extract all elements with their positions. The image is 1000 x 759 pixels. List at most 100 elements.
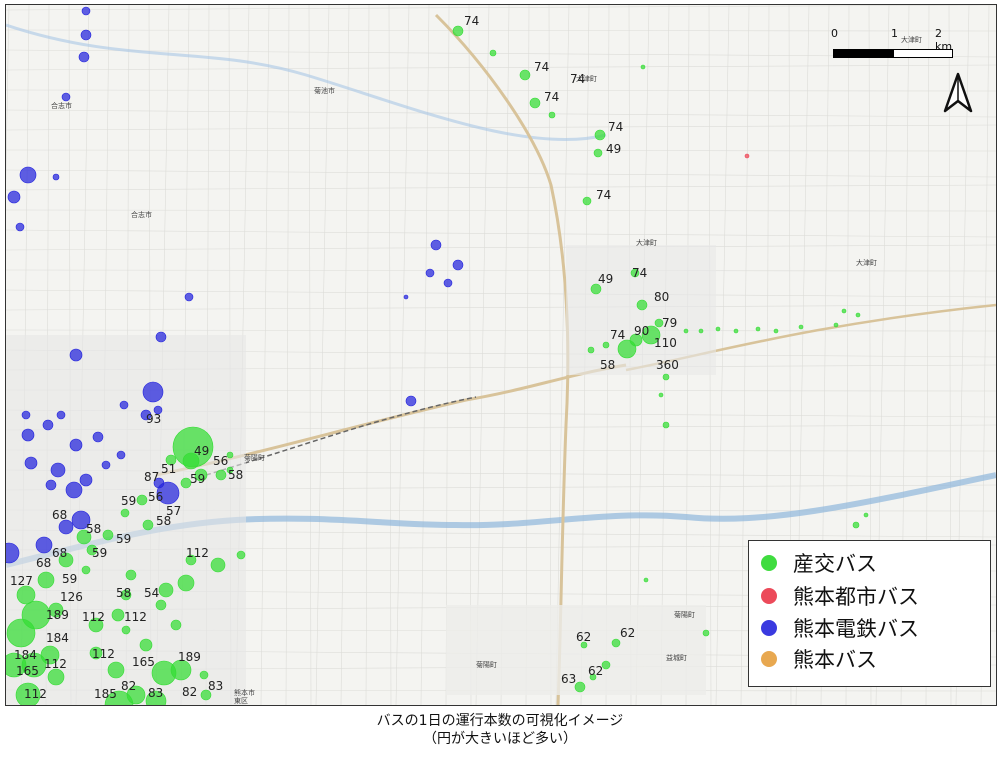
bus-stop-sanko-25[interactable] xyxy=(733,328,739,334)
bus-stop-sanko-17[interactable] xyxy=(662,373,670,381)
place-label-kikuchi-shi: 菊池市 xyxy=(314,86,335,95)
bus-stop-sanko-81[interactable] xyxy=(120,508,130,518)
bus-stop-sanko-119[interactable] xyxy=(199,670,209,680)
bus-stop-dentetsu-58[interactable] xyxy=(92,431,104,443)
bus-stop-sanko-5[interactable] xyxy=(594,129,606,141)
bus-stop-sanko-80[interactable] xyxy=(136,494,148,506)
bus-stop-sanko-95[interactable] xyxy=(47,668,65,686)
bus-stop-sanko-23[interactable] xyxy=(698,328,704,334)
map-frame[interactable]: 菊池市 合志市 合志市 大津町 大津町 大津町 菊陽町 菊陽町 菊陽町 益城町 熊本市 東区 74 74… xyxy=(5,4,997,706)
bus-stop-sanko-112[interactable] xyxy=(236,550,246,560)
bus-stop-sanko-107[interactable] xyxy=(177,574,195,592)
bus-stop-dentetsu-50[interactable] xyxy=(119,400,129,410)
legend-item-dentetsu: 熊本電鉄バス xyxy=(761,614,919,642)
bus-stop-dentetsu-61[interactable] xyxy=(50,462,66,478)
bus-stop-sanko-24[interactable] xyxy=(715,326,721,332)
bus-stop-sanko-126[interactable] xyxy=(702,629,710,637)
legend-swatch-kumamoto xyxy=(761,651,777,667)
bus-stop-dentetsu-53[interactable] xyxy=(21,428,35,442)
bus-stop-dentetsu-46[interactable] xyxy=(184,292,194,302)
bus-stop-sanko-4[interactable] xyxy=(548,111,556,119)
bus-stop-dentetsu-35[interactable] xyxy=(425,268,435,278)
stop-count-label: 62 xyxy=(588,664,603,678)
stop-count-label: 49 xyxy=(598,272,613,286)
bus-stop-dentetsu-32[interactable] xyxy=(405,395,417,407)
bus-stop-sanko-21[interactable] xyxy=(587,346,595,354)
bus-stop-dentetsu-41[interactable] xyxy=(61,92,71,102)
bus-stop-sanko-82[interactable] xyxy=(142,519,154,531)
bus-stop-sanko-76[interactable] xyxy=(215,469,227,481)
bus-stop-dentetsu-56[interactable] xyxy=(21,410,31,420)
bus-stop-dentetsu-67[interactable] xyxy=(35,536,53,554)
bus-stop-sanko-100[interactable] xyxy=(107,661,125,679)
bus-stop-toshi-8[interactable] xyxy=(744,153,750,159)
bus-stop-sanko-9[interactable] xyxy=(640,64,646,70)
bus-stop-dentetsu-55[interactable] xyxy=(56,410,66,420)
stop-count-label: 59 xyxy=(62,572,77,586)
bus-stop-sanko-0[interactable] xyxy=(452,25,464,37)
bus-stop-sanko-98[interactable] xyxy=(111,608,125,622)
bus-stop-dentetsu-47[interactable] xyxy=(155,331,167,343)
bus-stop-dentetsu-66[interactable] xyxy=(58,519,74,535)
bus-stop-sanko-31[interactable] xyxy=(855,312,861,318)
bus-stop-dentetsu-48[interactable] xyxy=(69,348,83,362)
bus-stop-sanko-29[interactable] xyxy=(833,322,839,328)
bus-stop-dentetsu-42[interactable] xyxy=(19,166,37,184)
bus-stop-dentetsu-71[interactable] xyxy=(116,450,126,460)
bus-stop-dentetsu-54[interactable] xyxy=(42,419,54,431)
bus-stop-dentetsu-39[interactable] xyxy=(80,29,92,41)
bus-stop-dentetsu-59[interactable] xyxy=(101,460,111,470)
bus-stop-dentetsu-62[interactable] xyxy=(65,481,83,499)
bus-stop-sanko-2[interactable] xyxy=(519,69,531,81)
bus-stop-dentetsu-40[interactable] xyxy=(78,51,90,63)
bus-stop-sanko-109[interactable] xyxy=(155,599,167,611)
bus-stop-dentetsu-57[interactable] xyxy=(69,438,83,452)
bus-stop-dentetsu-63[interactable] xyxy=(79,473,93,487)
stop-count-label: 189 xyxy=(178,650,201,664)
bus-stop-dentetsu-44[interactable] xyxy=(15,222,25,232)
place-label-mashiki: 益城町 xyxy=(666,653,687,662)
bus-stop-sanko-28[interactable] xyxy=(798,324,804,330)
bus-stop-dentetsu-49[interactable] xyxy=(142,381,164,403)
bus-stop-dentetsu-64[interactable] xyxy=(45,479,57,491)
stop-count-label: 165 xyxy=(132,655,155,669)
bus-stop-sanko-127[interactable] xyxy=(852,521,860,529)
bus-stop-sanko-20[interactable] xyxy=(602,341,610,349)
bus-stop-sanko-12[interactable] xyxy=(636,299,648,311)
bus-stop-sanko-114[interactable] xyxy=(125,569,137,581)
bus-stop-sanko-101[interactable] xyxy=(139,638,153,652)
bus-stop-sanko-1[interactable] xyxy=(489,49,497,57)
bus-stop-dentetsu-60[interactable] xyxy=(24,456,38,470)
stop-count-label: 59 xyxy=(121,494,136,508)
bus-stop-dentetsu-37[interactable] xyxy=(403,294,409,300)
bus-stop-sanko-83[interactable] xyxy=(102,529,114,541)
bus-stop-sanko-124[interactable] xyxy=(574,681,586,693)
bus-stop-sanko-125[interactable] xyxy=(643,577,649,583)
bus-stop-dentetsu-34[interactable] xyxy=(452,259,464,271)
bus-stop-sanko-18[interactable] xyxy=(658,392,664,398)
bus-stop-dentetsu-33[interactable] xyxy=(430,239,442,251)
bus-stop-sanko-128[interactable] xyxy=(863,512,869,518)
bus-stop-sanko-111[interactable] xyxy=(210,557,226,573)
bus-stop-dentetsu-45[interactable] xyxy=(52,173,60,181)
place-label-higashi-ku: 東区 xyxy=(234,696,248,705)
bus-stop-sanko-22[interactable] xyxy=(683,328,689,334)
bus-stop-sanko-87[interactable] xyxy=(37,571,55,589)
bus-stop-sanko-108[interactable] xyxy=(158,582,174,598)
bus-stop-sanko-30[interactable] xyxy=(841,308,847,314)
bus-stop-dentetsu-36[interactable] xyxy=(443,278,453,288)
bus-stop-sanko-6[interactable] xyxy=(593,148,603,158)
bus-stop-dentetsu-43[interactable] xyxy=(7,190,21,204)
bus-stop-sanko-19[interactable] xyxy=(662,421,670,429)
bus-stop-sanko-117[interactable] xyxy=(121,625,131,635)
bus-stop-sanko-26[interactable] xyxy=(755,326,761,332)
stop-count-label: 62 xyxy=(576,630,591,644)
bus-stop-sanko-90[interactable] xyxy=(6,618,36,648)
bus-stop-sanko-116[interactable] xyxy=(81,565,91,575)
bus-stop-dentetsu-38[interactable] xyxy=(81,6,91,16)
bus-stop-sanko-121[interactable] xyxy=(611,638,621,648)
bus-stop-sanko-3[interactable] xyxy=(529,97,541,109)
bus-stop-sanko-110[interactable] xyxy=(170,619,182,631)
bus-stop-sanko-7[interactable] xyxy=(582,196,592,206)
bus-stop-sanko-27[interactable] xyxy=(773,328,779,334)
